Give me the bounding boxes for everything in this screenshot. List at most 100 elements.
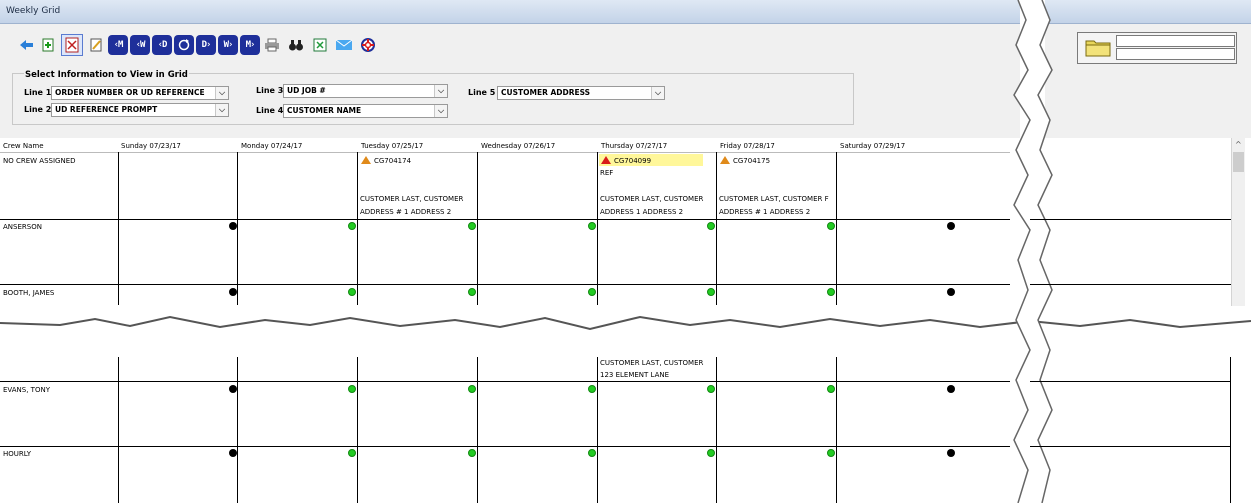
prev-day-button[interactable]: ‹D <box>152 35 172 55</box>
unavailable-dot[interactable] <box>229 288 237 296</box>
crew-name: BOOTH, JAMES <box>3 289 55 297</box>
crew-name: HOURLY <box>3 450 32 458</box>
grid-col-line <box>1230 357 1231 503</box>
line5-select[interactable]: CUSTOMER ADDRESS ⌵ <box>497 86 665 100</box>
next-month-button[interactable]: M› <box>240 35 260 55</box>
unavailable-dot[interactable] <box>229 385 237 393</box>
chevron-down-icon[interactable]: ⌵ <box>651 87 664 99</box>
next-day-button[interactable]: D› <box>196 35 216 55</box>
grid-row-line <box>0 284 1010 285</box>
line3-select[interactable]: UD JOB # ⌵ <box>283 84 448 98</box>
chevron-down-icon[interactable]: ⌵ <box>215 87 228 99</box>
line1-label: Line 1 <box>24 88 52 97</box>
grid-row-line <box>0 446 1010 447</box>
day-header: Sunday 07/23/17 <box>121 142 181 150</box>
right-field-1[interactable] <box>1116 35 1235 47</box>
title-bar-right <box>1045 0 1251 24</box>
available-dot[interactable] <box>588 288 596 296</box>
job-line5: ADDRESS # 1 ADDRESS 2 <box>719 208 811 216</box>
torn-gap <box>0 305 1251 357</box>
unavailable-dot[interactable] <box>229 222 237 230</box>
line1-select[interactable]: ORDER NUMBER OR UD REFERENCE ⌵ <box>51 86 229 100</box>
available-dot[interactable] <box>707 288 715 296</box>
prev-month-button[interactable]: ‹M <box>108 35 128 55</box>
folder-icon[interactable] <box>1084 36 1112 58</box>
available-dot[interactable] <box>468 222 476 230</box>
available-dot[interactable] <box>348 449 356 457</box>
line2-label: Line 2 <box>24 105 52 114</box>
available-dot[interactable] <box>468 449 476 457</box>
warning-triangle-icon <box>361 156 371 164</box>
line3-label: Line 3 <box>256 86 284 95</box>
line4-label: Line 4 <box>256 106 284 115</box>
job-entry-fri[interactable]: CG704175 <box>720 156 770 165</box>
grid-row-line <box>1030 446 1231 447</box>
day-header: Monday 07/24/17 <box>241 142 303 150</box>
unavailable-dot[interactable] <box>947 449 955 457</box>
print-preview-icon[interactable] <box>61 34 83 56</box>
window-title: Weekly Grid <box>6 6 61 16</box>
crew-name: NO CREW ASSIGNED <box>3 157 76 165</box>
available-dot[interactable] <box>827 385 835 393</box>
available-dot[interactable] <box>588 385 596 393</box>
email-icon[interactable] <box>334 35 354 55</box>
available-dot[interactable] <box>707 449 715 457</box>
next-week-button[interactable]: W› <box>218 35 238 55</box>
grid-row-line <box>0 219 1010 220</box>
edit-page-icon[interactable] <box>86 35 106 55</box>
available-dot[interactable] <box>827 449 835 457</box>
job-entry-tue[interactable]: CG704174 <box>361 156 411 165</box>
job-line4: CUSTOMER LAST, CUSTOMER F <box>719 195 829 203</box>
day-header: Thursday 07/27/17 <box>601 142 668 150</box>
binoculars-icon[interactable] <box>286 35 306 55</box>
day-header: Friday 07/28/17 <box>720 142 775 150</box>
unavailable-dot[interactable] <box>947 385 955 393</box>
line2-select[interactable]: UD REFERENCE PROMPT ⌵ <box>51 103 229 117</box>
available-dot[interactable] <box>468 288 476 296</box>
printer-icon[interactable] <box>262 35 282 55</box>
prev-week-button[interactable]: ‹W <box>130 35 150 55</box>
job-line4: CUSTOMER LAST, CUSTOMER <box>600 195 704 203</box>
unavailable-dot[interactable] <box>947 222 955 230</box>
available-dot[interactable] <box>348 222 356 230</box>
job-line2: REF <box>600 169 614 177</box>
available-dot[interactable] <box>588 222 596 230</box>
torn-gap-right <box>1004 0 1056 503</box>
add-page-icon[interactable] <box>38 35 58 55</box>
job-line4: CUSTOMER LAST, CUSTOMER <box>600 359 704 367</box>
available-dot[interactable] <box>707 385 715 393</box>
available-dot[interactable] <box>468 385 476 393</box>
available-dot[interactable] <box>588 449 596 457</box>
available-dot[interactable] <box>348 385 356 393</box>
excel-icon[interactable] <box>310 35 330 55</box>
right-field-2[interactable] <box>1116 48 1235 60</box>
available-dot[interactable] <box>827 222 835 230</box>
available-dot[interactable] <box>707 222 715 230</box>
title-bar: Weekly Grid <box>0 0 1020 24</box>
unavailable-dot[interactable] <box>947 288 955 296</box>
grid-row-line <box>1030 381 1231 382</box>
help-lifebuoy-icon[interactable] <box>358 35 378 55</box>
available-dot[interactable] <box>348 288 356 296</box>
job-line5: ADDRESS 1 ADDRESS 2 <box>600 208 684 216</box>
grid-row-line <box>0 381 1010 382</box>
job-line4: CUSTOMER LAST, CUSTOMER <box>360 195 464 203</box>
available-dot[interactable] <box>827 288 835 296</box>
unavailable-dot[interactable] <box>229 449 237 457</box>
refresh-icon[interactable] <box>174 35 194 55</box>
header-divider <box>0 152 1010 153</box>
line5-label: Line 5 <box>468 88 496 97</box>
chevron-up-icon[interactable]: ^ <box>1235 140 1242 149</box>
vertical-scrollbar[interactable]: ^ <box>1231 138 1245 306</box>
grid-row-line <box>1030 219 1231 220</box>
chevron-down-icon[interactable]: ⌵ <box>434 85 447 97</box>
day-header: Wednesday 07/26/17 <box>481 142 556 150</box>
alert-triangle-icon <box>601 156 611 164</box>
chevron-down-icon[interactable]: ⌵ <box>434 105 447 117</box>
job-entry-thu[interactable]: CG704099 <box>601 156 651 165</box>
chevron-down-icon[interactable]: ⌵ <box>215 104 228 116</box>
warning-triangle-icon <box>720 156 730 164</box>
line4-select[interactable]: CUSTOMER NAME ⌵ <box>283 104 448 118</box>
back-arrow-icon[interactable] <box>16 35 36 55</box>
scrollbar-thumb[interactable] <box>1233 152 1244 172</box>
